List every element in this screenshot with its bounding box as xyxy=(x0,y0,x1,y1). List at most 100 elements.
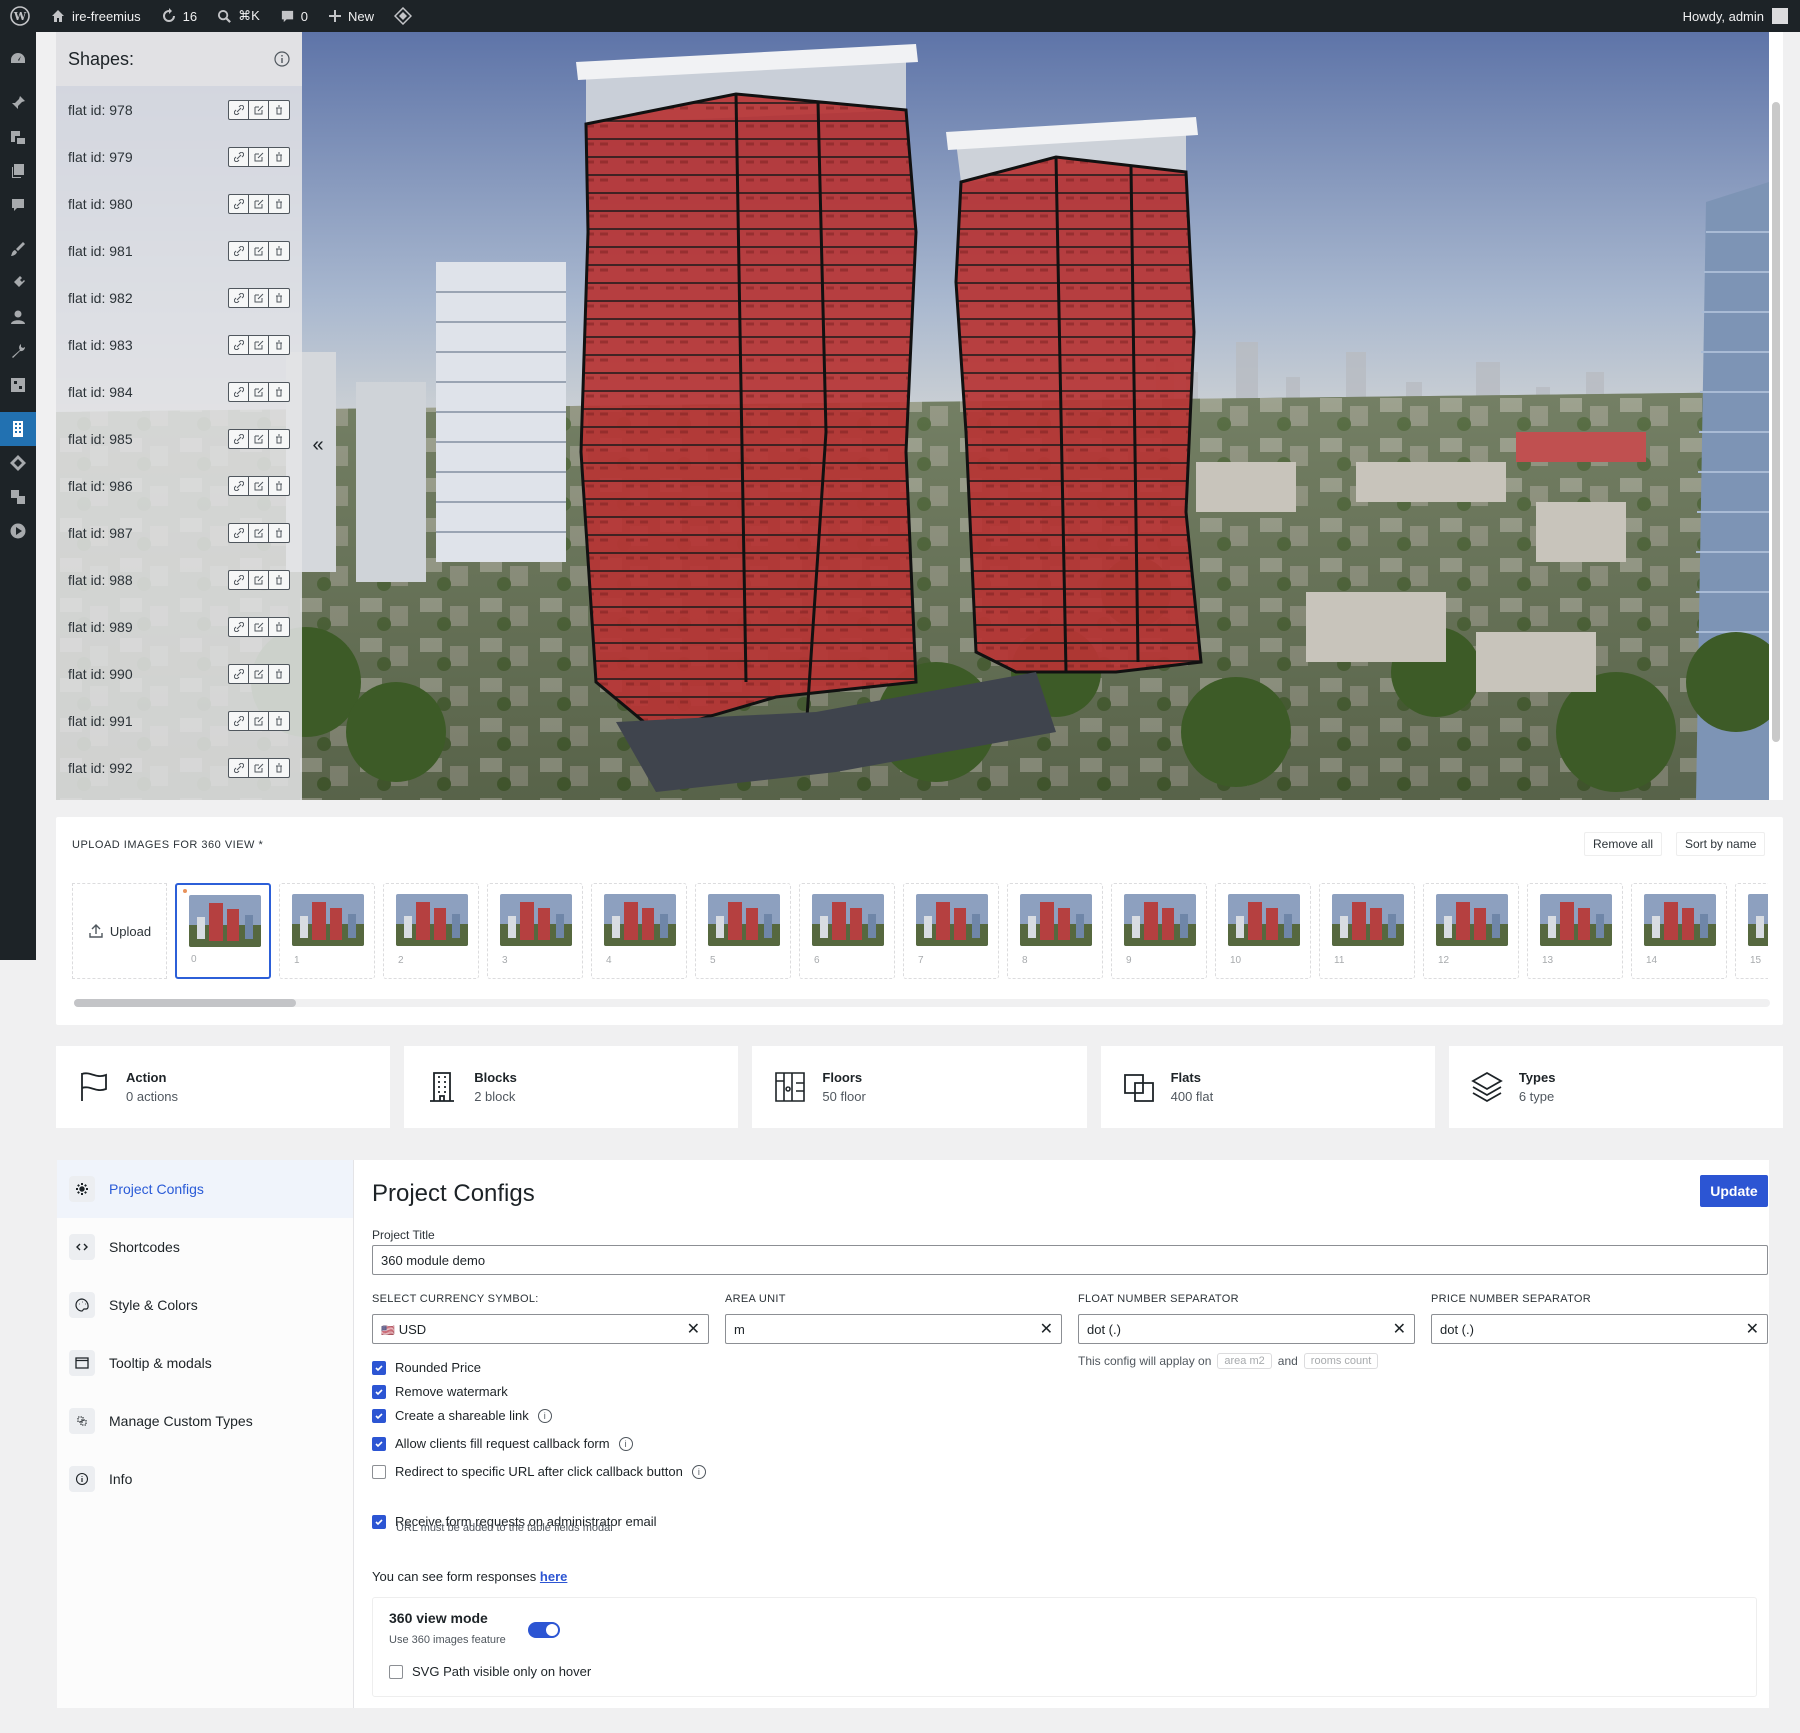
menu-tools[interactable] xyxy=(0,334,36,368)
thumbnail-tile[interactable]: 9 xyxy=(1111,883,1207,979)
update-button[interactable]: Update xyxy=(1700,1175,1768,1207)
option-row[interactable]: Rounded Price xyxy=(372,1360,481,1375)
menu-video[interactable] xyxy=(0,514,36,548)
shape-edit-button[interactable] xyxy=(249,570,269,589)
shape-link-button[interactable] xyxy=(229,570,249,589)
svg-hover-option[interactable]: SVG Path visible only on hover xyxy=(389,1664,591,1679)
shape-link-button[interactable] xyxy=(229,523,249,542)
menu-360-plugin[interactable] xyxy=(0,412,36,446)
menu-pages[interactable] xyxy=(0,154,36,188)
shape-edit-button[interactable] xyxy=(249,476,269,495)
shape-delete-button[interactable] xyxy=(269,477,289,495)
shape-link-button[interactable] xyxy=(229,288,249,307)
shape-edit-button[interactable] xyxy=(249,288,269,307)
option-row[interactable]: Remove watermark xyxy=(372,1384,508,1399)
option-checkbox[interactable] xyxy=(372,1384,386,1399)
thumbnail-tile[interactable]: 4 xyxy=(591,883,687,979)
shape-delete-button[interactable] xyxy=(269,430,289,448)
clear-currency-icon[interactable]: ✕ xyxy=(687,1319,700,1339)
option-row[interactable]: Create a shareable link i xyxy=(372,1408,552,1423)
form-responses-link[interactable]: here xyxy=(540,1569,567,1584)
wp-logo-button[interactable]: W xyxy=(0,0,40,32)
shape-row[interactable]: flat id: 985 xyxy=(56,415,302,462)
plugin-diamond-link[interactable] xyxy=(384,0,422,32)
info-icon[interactable]: i xyxy=(618,1436,633,1451)
shape-row[interactable]: flat id: 982 xyxy=(56,274,302,321)
shape-delete-button[interactable] xyxy=(269,712,289,730)
site-name-link[interactable]: ire-freemius xyxy=(40,0,151,32)
price-separator-select[interactable]: dot (.) ✕ xyxy=(1431,1314,1768,1344)
shape-edit-button[interactable] xyxy=(249,100,269,119)
stage-scrollbar[interactable] xyxy=(1769,32,1783,800)
shape-delete-button[interactable] xyxy=(269,571,289,589)
menu-posts[interactable] xyxy=(0,86,36,120)
shape-row[interactable]: flat id: 988 xyxy=(56,556,302,603)
config-nav-item[interactable]: Project Configs xyxy=(57,1160,353,1218)
thumbnail-tile[interactable]: 3 xyxy=(487,883,583,979)
thumbnail-tile[interactable]: 1 xyxy=(279,883,375,979)
info-icon[interactable] xyxy=(274,51,290,67)
building-render[interactable] xyxy=(56,32,1769,800)
shape-delete-button[interactable] xyxy=(269,289,289,307)
shape-edit-button[interactable] xyxy=(249,523,269,542)
shape-delete-button[interactable] xyxy=(269,524,289,542)
shape-row[interactable]: flat id: 979 xyxy=(56,133,302,180)
comments-link[interactable]: 0 xyxy=(270,0,318,32)
shape-row[interactable]: flat id: 991 xyxy=(56,697,302,744)
stat-card-blocks[interactable]: Blocks 2 block xyxy=(404,1046,739,1128)
image-editor-canvas[interactable] xyxy=(56,32,1769,800)
thumbnail-tile[interactable]: 12 xyxy=(1423,883,1519,979)
upload-button[interactable]: Upload xyxy=(72,883,167,979)
thumbnail-scrollbar[interactable] xyxy=(74,999,1770,1007)
shape-edit-button[interactable] xyxy=(249,711,269,730)
remove-all-button[interactable]: Remove all xyxy=(1584,832,1663,856)
shape-link-button[interactable] xyxy=(229,147,249,166)
shape-delete-button[interactable] xyxy=(269,618,289,636)
shape-link-button[interactable] xyxy=(229,100,249,119)
shape-link-button[interactable] xyxy=(229,476,249,495)
shape-edit-button[interactable] xyxy=(249,617,269,636)
project-title-input[interactable]: 360 module demo xyxy=(372,1245,1768,1275)
search-link[interactable]: ⌘K xyxy=(207,0,270,32)
shape-edit-button[interactable] xyxy=(249,335,269,354)
shape-edit-button[interactable] xyxy=(249,147,269,166)
shape-delete-button[interactable] xyxy=(269,759,289,777)
stat-card-floors[interactable]: Floors 50 floor xyxy=(752,1046,1087,1128)
menu-appearance[interactable] xyxy=(0,232,36,266)
menu-dashboard[interactable] xyxy=(0,42,36,76)
config-nav-item[interactable]: Style & Colors xyxy=(57,1276,353,1334)
updates-link[interactable]: 16 xyxy=(151,0,207,32)
collapse-panel-button[interactable]: « xyxy=(308,433,328,457)
thumbnail-tile[interactable]: 2 xyxy=(383,883,479,979)
shape-edit-button[interactable] xyxy=(249,429,269,448)
shape-link-button[interactable] xyxy=(229,758,249,777)
config-nav-item[interactable]: Info xyxy=(57,1450,353,1508)
shape-link-button[interactable] xyxy=(229,617,249,636)
stat-card-action[interactable]: Action 0 actions xyxy=(56,1046,391,1128)
config-nav-item[interactable]: Shortcodes xyxy=(57,1218,353,1276)
stage-scrollbar-thumb[interactable] xyxy=(1772,102,1780,742)
option-checkbox[interactable] xyxy=(372,1360,386,1375)
shape-row[interactable]: flat id: 989 xyxy=(56,603,302,650)
shape-delete-button[interactable] xyxy=(269,195,289,213)
shape-link-button[interactable] xyxy=(229,664,249,683)
sort-by-name-button[interactable]: Sort by name xyxy=(1676,832,1766,856)
shape-link-button[interactable] xyxy=(229,241,249,260)
config-nav-item[interactable]: Tooltip & modals xyxy=(57,1334,353,1392)
thumbnail-scrollbar-thumb[interactable] xyxy=(74,999,296,1007)
shape-delete-button[interactable] xyxy=(269,336,289,354)
option-checkbox[interactable] xyxy=(372,1514,386,1529)
stat-card-flats[interactable]: Flats 400 flat xyxy=(1100,1046,1435,1128)
shape-link-button[interactable] xyxy=(229,429,249,448)
shape-row[interactable]: flat id: 978 xyxy=(56,86,302,133)
option-checkbox[interactable] xyxy=(372,1408,386,1423)
shape-delete-button[interactable] xyxy=(269,383,289,401)
shape-link-button[interactable] xyxy=(229,194,249,213)
shape-edit-button[interactable] xyxy=(249,758,269,777)
account-link[interactable]: Howdy, admin xyxy=(1683,8,1800,24)
view-mode-toggle[interactable] xyxy=(528,1622,560,1638)
clear-area-unit-icon[interactable]: ✕ xyxy=(1040,1319,1053,1339)
shape-edit-button[interactable] xyxy=(249,241,269,260)
shape-row[interactable]: flat id: 981 xyxy=(56,227,302,274)
info-icon[interactable]: i xyxy=(537,1408,552,1423)
